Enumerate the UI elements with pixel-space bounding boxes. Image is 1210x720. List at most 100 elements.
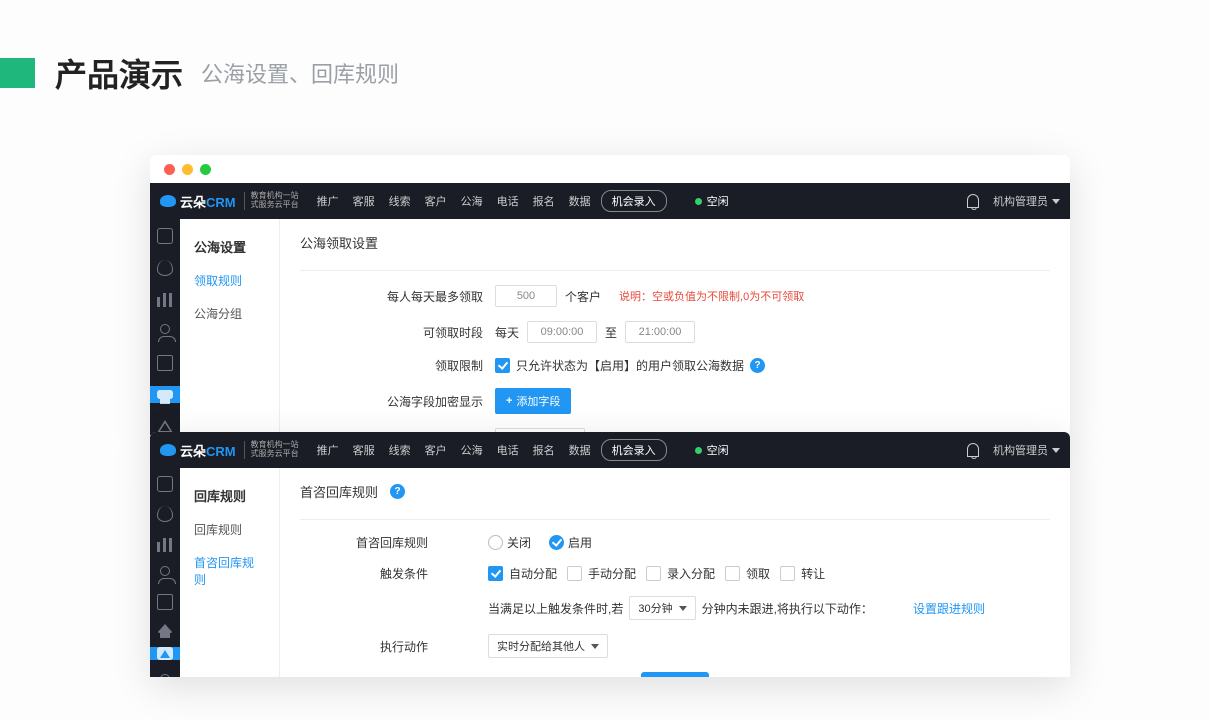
accent-block	[0, 58, 35, 88]
nav-item[interactable]: 线索	[389, 193, 411, 209]
rail-item[interactable]	[150, 476, 180, 492]
sentence-post: 分钟内未跟进,将执行以下动作：	[702, 600, 873, 617]
checkbox-claim[interactable]	[725, 566, 740, 581]
sidebar-item-claim-rules[interactable]: 领取规则	[180, 264, 279, 297]
rail-item[interactable]	[150, 566, 180, 580]
rail-item[interactable]	[150, 227, 180, 245]
rail-item[interactable]	[150, 536, 180, 552]
bell-icon[interactable]	[967, 194, 979, 208]
status-indicator[interactable]: 空闲	[695, 193, 729, 209]
logo-brand: 云朵	[180, 195, 206, 210]
chart-icon	[157, 536, 173, 552]
rail-item[interactable]	[150, 354, 180, 372]
content-title: 首咨回库规则 ?	[300, 482, 1050, 501]
nav-item[interactable]: 客户	[425, 442, 447, 458]
set-followup-link[interactable]: 设置跟进规则	[913, 600, 985, 617]
divider	[300, 519, 1050, 520]
nav-item[interactable]: 报名	[533, 193, 555, 209]
time-end-input[interactable]	[625, 321, 695, 343]
minimize-icon[interactable]	[182, 164, 193, 175]
help-icon[interactable]: ?	[390, 484, 405, 499]
cloud-icon	[160, 444, 176, 456]
nav-item[interactable]: 电话	[497, 193, 519, 209]
nav-item[interactable]: 数据	[569, 442, 591, 458]
sidebar-item-pool-groups[interactable]: 公海分组	[180, 297, 279, 330]
sidebar-item-return-rules[interactable]: 回库规则	[180, 513, 279, 546]
nav-item[interactable]: 报名	[533, 442, 555, 458]
nav-item[interactable]: 公海	[461, 442, 483, 458]
shield-icon	[157, 260, 173, 276]
cloud-icon	[160, 195, 176, 207]
rail-item[interactable]	[150, 674, 180, 677]
action-select[interactable]: 实时分配给其他人	[488, 634, 608, 658]
chevron-down-icon	[1052, 199, 1060, 204]
nav-item[interactable]: 公海	[461, 193, 483, 209]
opt-label: 录入分配	[667, 565, 715, 582]
nav-item[interactable]: 客服	[353, 193, 375, 209]
checkbox-auto-assign[interactable]	[488, 566, 503, 581]
bell-icon[interactable]	[967, 443, 979, 457]
divider	[300, 270, 1050, 271]
home-icon	[157, 624, 173, 633]
restriction-checkbox[interactable]	[495, 358, 510, 373]
icon-rail	[150, 468, 180, 677]
time-start-input[interactable]	[527, 321, 597, 343]
nav-item[interactable]: 推广	[317, 442, 339, 458]
nav-item[interactable]: 客服	[353, 442, 375, 458]
page-subtitle: 公海设置、回库规则	[201, 57, 399, 89]
role-dropdown[interactable]: 机构管理员	[993, 442, 1060, 458]
rail-item[interactable]	[150, 322, 180, 340]
triangle-icon	[157, 647, 173, 660]
help-icon[interactable]: ?	[750, 358, 765, 373]
rail-item-active[interactable]	[150, 386, 180, 404]
triangle-icon	[157, 420, 173, 433]
opt-label: 自动分配	[509, 565, 557, 582]
hint-text: 说明：空或负值为不限制,0为不可领取	[619, 288, 804, 304]
close-icon[interactable]	[164, 164, 175, 175]
field-action: 执行动作 实时分配给其他人	[300, 634, 1050, 658]
field-rule-enable: 首咨回库规则 关闭 启用	[300, 534, 1050, 551]
nav-item[interactable]: 客户	[425, 193, 447, 209]
content-title: 公海领取设置	[300, 233, 1050, 252]
checkbox-transfer[interactable]	[780, 566, 795, 581]
logo[interactable]: 云朵CRM 教育机构一站式服务云平台	[160, 441, 299, 460]
sidebar: 回库规则 回库规则 首咨回库规则	[180, 468, 280, 677]
status-text: 空闲	[707, 442, 729, 458]
sidebar-title: 公海设置	[180, 229, 279, 264]
logo[interactable]: 云朵CRM 教育机构一站式服务云平台	[160, 192, 299, 211]
radio-on[interactable]	[549, 535, 564, 550]
shield-icon	[157, 506, 173, 522]
add-field-button[interactable]: +添加字段	[495, 388, 571, 414]
nav-item[interactable]: 线索	[389, 442, 411, 458]
nav-pill-opportunity-entry[interactable]: 机会录入	[601, 439, 667, 461]
grid-icon	[157, 476, 173, 492]
checkbox-manual-assign[interactable]	[567, 566, 582, 581]
field-label: 领取限制	[300, 357, 495, 374]
caret-icon	[679, 606, 687, 611]
save-button[interactable]: 保存	[641, 672, 709, 677]
rail-item[interactable]	[150, 624, 180, 633]
status-indicator[interactable]: 空闲	[695, 442, 729, 458]
rail-item[interactable]	[150, 506, 180, 522]
restriction-text: 只允许状态为【启用】的用户领取公海数据	[516, 357, 744, 374]
checkbox-entry-assign[interactable]	[646, 566, 661, 581]
status-text: 空闲	[707, 193, 729, 209]
radio-off[interactable]	[488, 535, 503, 550]
nav-item[interactable]: 数据	[569, 193, 591, 209]
status-dot-icon	[695, 447, 702, 454]
role-dropdown[interactable]: 机构管理员	[993, 193, 1060, 209]
rail-item[interactable]	[150, 259, 180, 277]
nav-items: 推广 客服 线索 客户 公海 电话 报名 数据	[317, 442, 591, 458]
maximize-icon[interactable]	[200, 164, 211, 175]
nav-pill-opportunity-entry[interactable]: 机会录入	[601, 190, 667, 212]
timeout-select[interactable]: 30分钟	[629, 596, 695, 620]
daily-limit-input[interactable]	[495, 285, 557, 307]
rail-item[interactable]	[150, 290, 180, 308]
top-nav: 云朵CRM 教育机构一站式服务云平台 推广 客服 线索 客户 公海 电话 报名 …	[150, 183, 1070, 219]
rail-item-active[interactable]	[150, 647, 180, 660]
sidebar-item-first-consult-return[interactable]: 首咨回库规则	[180, 546, 279, 596]
rail-item[interactable]	[150, 594, 180, 610]
role-label: 机构管理员	[993, 442, 1048, 458]
nav-item[interactable]: 推广	[317, 193, 339, 209]
nav-item[interactable]: 电话	[497, 442, 519, 458]
